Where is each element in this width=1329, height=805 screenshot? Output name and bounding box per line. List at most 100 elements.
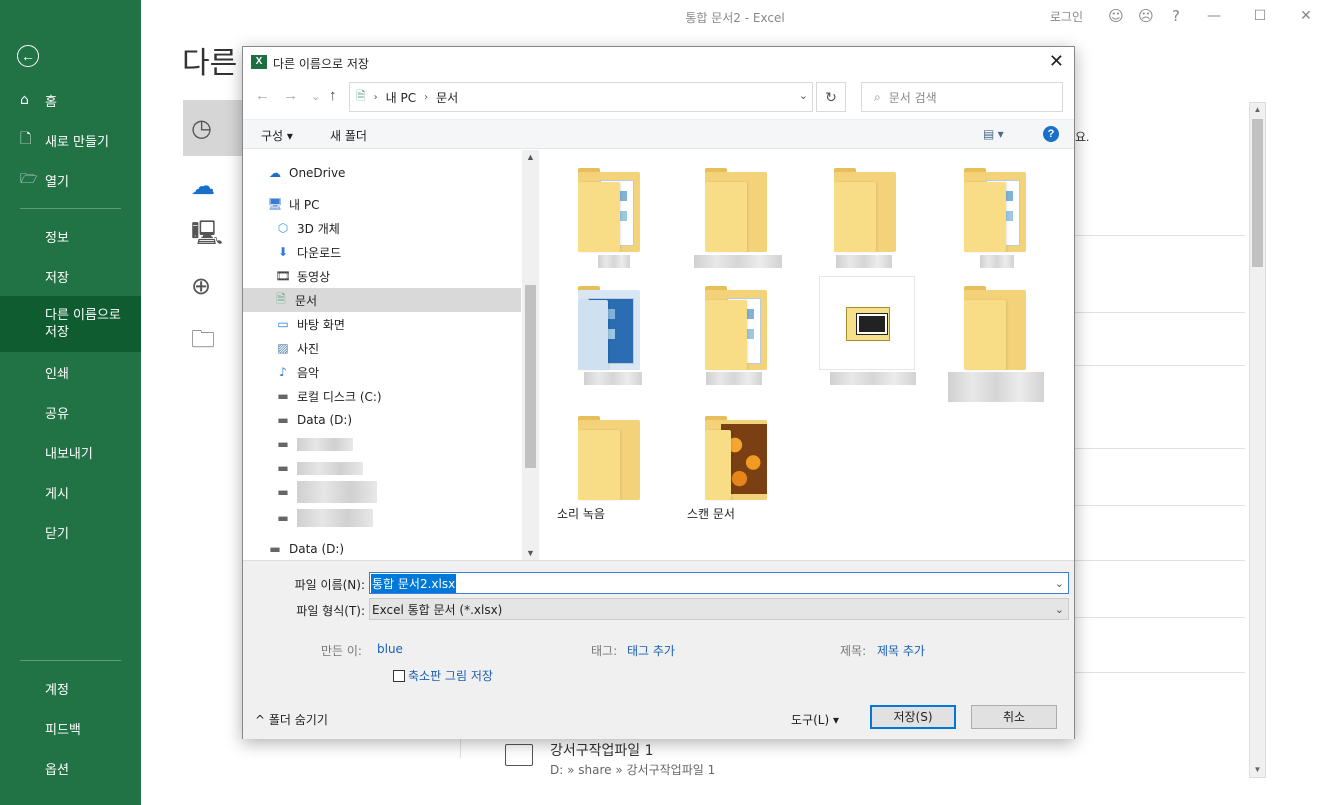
window-titlebar: 통합 문서2 - Excel 로그인 ☺ ☹ ? — ☐ ✕	[141, 0, 1329, 32]
folder-name-voice-recordings[interactable]: 소리 녹음	[557, 505, 657, 522]
nav-export[interactable]: 내보내기	[0, 432, 141, 472]
search-input[interactable]: ⌕ 문서 검색	[861, 82, 1063, 112]
tags-value[interactable]: 태그 추가	[627, 642, 675, 659]
address-bar[interactable]: 🗎 › 내 PC › 문서 ⌄	[349, 82, 813, 112]
scroll-thumb[interactable]	[525, 285, 536, 468]
nav-account[interactable]: 계정	[0, 668, 141, 708]
tree-item-onedrive[interactable]: ☁ OneDrive	[267, 161, 345, 185]
save-thumbnail-label: 축소판 그림 저장	[408, 669, 493, 683]
tree-item-network-drive[interactable]: ▬	[275, 432, 353, 456]
folder-icon[interactable]	[705, 286, 767, 370]
location-onedrive[interactable]: ☁	[183, 158, 243, 214]
tree-item-pictures[interactable]: ▨ 사진	[275, 336, 319, 360]
scroll-down-icon[interactable]: ▼	[1250, 763, 1265, 777]
nav-info[interactable]: 정보	[0, 216, 141, 256]
tree-item-data-d-network[interactable]: ▬ Data (D:)	[267, 537, 344, 560]
hide-folders-button[interactable]: ^ 폴더 숨기기	[255, 711, 328, 728]
smile-feedback-icon[interactable]: ☺	[1101, 7, 1131, 25]
chevron-down-icon[interactable]: ⌄	[799, 89, 808, 102]
computer-icon: 🖥	[267, 197, 283, 211]
folder-icon[interactable]	[964, 168, 1026, 252]
new-folder-button[interactable]: 새 폴더	[330, 127, 367, 144]
nav-save-as-line2: 저장	[45, 325, 69, 340]
dialog-close-button[interactable]: ✕	[1049, 51, 1064, 72]
filename-input[interactable]: 통합 문서2.xlsx ⌄	[369, 572, 1069, 594]
folder-icon[interactable]	[578, 416, 640, 500]
close-window-button[interactable]: ✕	[1283, 8, 1329, 24]
help-icon[interactable]: ?	[1161, 7, 1191, 25]
nav-share[interactable]: 공유	[0, 392, 141, 432]
tree-item-local-disk-c[interactable]: ▬ 로컬 디스크 (C:)	[275, 384, 381, 408]
tree-item-documents[interactable]: 🗎 문서	[243, 288, 521, 312]
cancel-button[interactable]: 취소	[971, 705, 1057, 729]
tools-dropdown[interactable]: 도구(L) ▾	[791, 711, 839, 728]
tree-item-this-pc[interactable]: 🖥 내 PC	[267, 192, 319, 216]
tree-item-network-drive[interactable]: ▬	[275, 480, 377, 504]
scroll-down-icon[interactable]: ▼	[522, 548, 539, 558]
folder-with-video-icon	[846, 307, 890, 341]
location-browse[interactable]: 🗀	[183, 314, 243, 370]
help-icon[interactable]: ?	[1043, 126, 1059, 142]
nav-save-as[interactable]: 다른 이름으로 저장	[0, 296, 141, 352]
location-add-place[interactable]: ⊕	[183, 258, 243, 314]
filetype-select[interactable]: Excel 통합 문서 (*.xlsx) ⌄	[369, 598, 1069, 620]
nav-options[interactable]: 옵션	[0, 748, 141, 788]
tree-item-3d-objects[interactable]: ⬡ 3D 개체	[275, 216, 340, 240]
tree-item-desktop[interactable]: ▭ 바탕 화면	[275, 312, 345, 336]
save-button[interactable]: 저장(S)	[870, 705, 956, 729]
tree-item-music[interactable]: ♪ 음악	[275, 360, 319, 384]
info-text-fragment: 요.	[1075, 130, 1090, 144]
nav-new[interactable]: 🗋 새로 만들기	[0, 120, 141, 160]
up-icon[interactable]: ↑	[329, 87, 337, 104]
location-this-pc[interactable]: 🖳	[183, 208, 243, 264]
location-recent[interactable]: ◷	[183, 100, 243, 156]
nav-close[interactable]: 닫기	[0, 512, 141, 552]
nav-feedback[interactable]: 피드백	[0, 708, 141, 748]
tree-item-data-d[interactable]: ▬ Data (D:)	[275, 408, 352, 432]
scroll-thumb[interactable]	[1252, 119, 1263, 267]
folder-icon[interactable]	[705, 416, 767, 500]
minimize-button[interactable]: —	[1191, 8, 1237, 24]
nav-print[interactable]: 인쇄	[0, 352, 141, 392]
tree-item-network-drive[interactable]: ▬	[275, 506, 373, 530]
folder-icon[interactable]	[578, 286, 640, 370]
breadcrumb-this-pc[interactable]: 내 PC	[386, 89, 416, 106]
folder-icon[interactable]	[964, 286, 1026, 370]
forward-icon[interactable]: →	[283, 87, 298, 104]
folder-icon[interactable]	[578, 168, 640, 252]
scroll-up-icon[interactable]: ▲	[1250, 103, 1265, 117]
checkbox-box[interactable]	[393, 669, 405, 682]
tree-item-videos[interactable]: 🎞 동영상	[275, 264, 330, 288]
tree-item-network-drive[interactable]: ▬	[275, 456, 363, 480]
drive-icon: ▬	[277, 389, 289, 403]
nav-home[interactable]: ⌂ 홈	[0, 80, 141, 120]
refresh-button[interactable]: ↻	[816, 82, 846, 112]
folder-icon[interactable]	[834, 168, 896, 252]
nav-publish[interactable]: 게시	[0, 472, 141, 512]
save-thumbnail-checkbox[interactable]: 축소판 그림 저장	[393, 667, 493, 684]
back-icon[interactable]: ←	[255, 87, 270, 104]
sign-in-link[interactable]: 로그인	[1050, 8, 1083, 25]
nav-open[interactable]: 🗁 열기	[0, 160, 141, 200]
maximize-button[interactable]: ☐	[1237, 8, 1283, 24]
back-arrow-icon[interactable]: ←	[17, 45, 39, 67]
tree-item-downloads[interactable]: ⬇ 다운로드	[275, 240, 341, 264]
folder-name-scanned-documents[interactable]: 스캔 문서	[687, 505, 787, 522]
filetype-value: Excel 통합 문서 (*.xlsx)	[372, 602, 503, 617]
nav-pane-scrollbar[interactable]: ▲ ▼	[522, 150, 539, 560]
author-value[interactable]: blue	[377, 642, 403, 656]
chevron-down-icon[interactable]: ⌄	[1055, 577, 1064, 590]
view-options-button[interactable]: ▤ ▾	[983, 127, 1004, 141]
selected-folder-tile[interactable]	[819, 276, 915, 370]
main-scrollbar[interactable]: ▲ ▼	[1249, 102, 1266, 778]
excel-icon: X	[251, 55, 267, 69]
nav-save[interactable]: 저장	[0, 256, 141, 296]
frown-feedback-icon[interactable]: ☹	[1131, 7, 1161, 25]
breadcrumb-documents[interactable]: 문서	[436, 89, 458, 106]
scroll-up-icon[interactable]: ▲	[522, 152, 539, 162]
folder-icon[interactable]	[705, 168, 767, 252]
organize-button[interactable]: 구성 ▾	[261, 127, 293, 144]
title-value[interactable]: 제목 추가	[877, 642, 925, 659]
chevron-down-icon[interactable]: ⌄	[1055, 603, 1064, 616]
recent-locations-icon[interactable]: ⌄	[311, 90, 320, 103]
